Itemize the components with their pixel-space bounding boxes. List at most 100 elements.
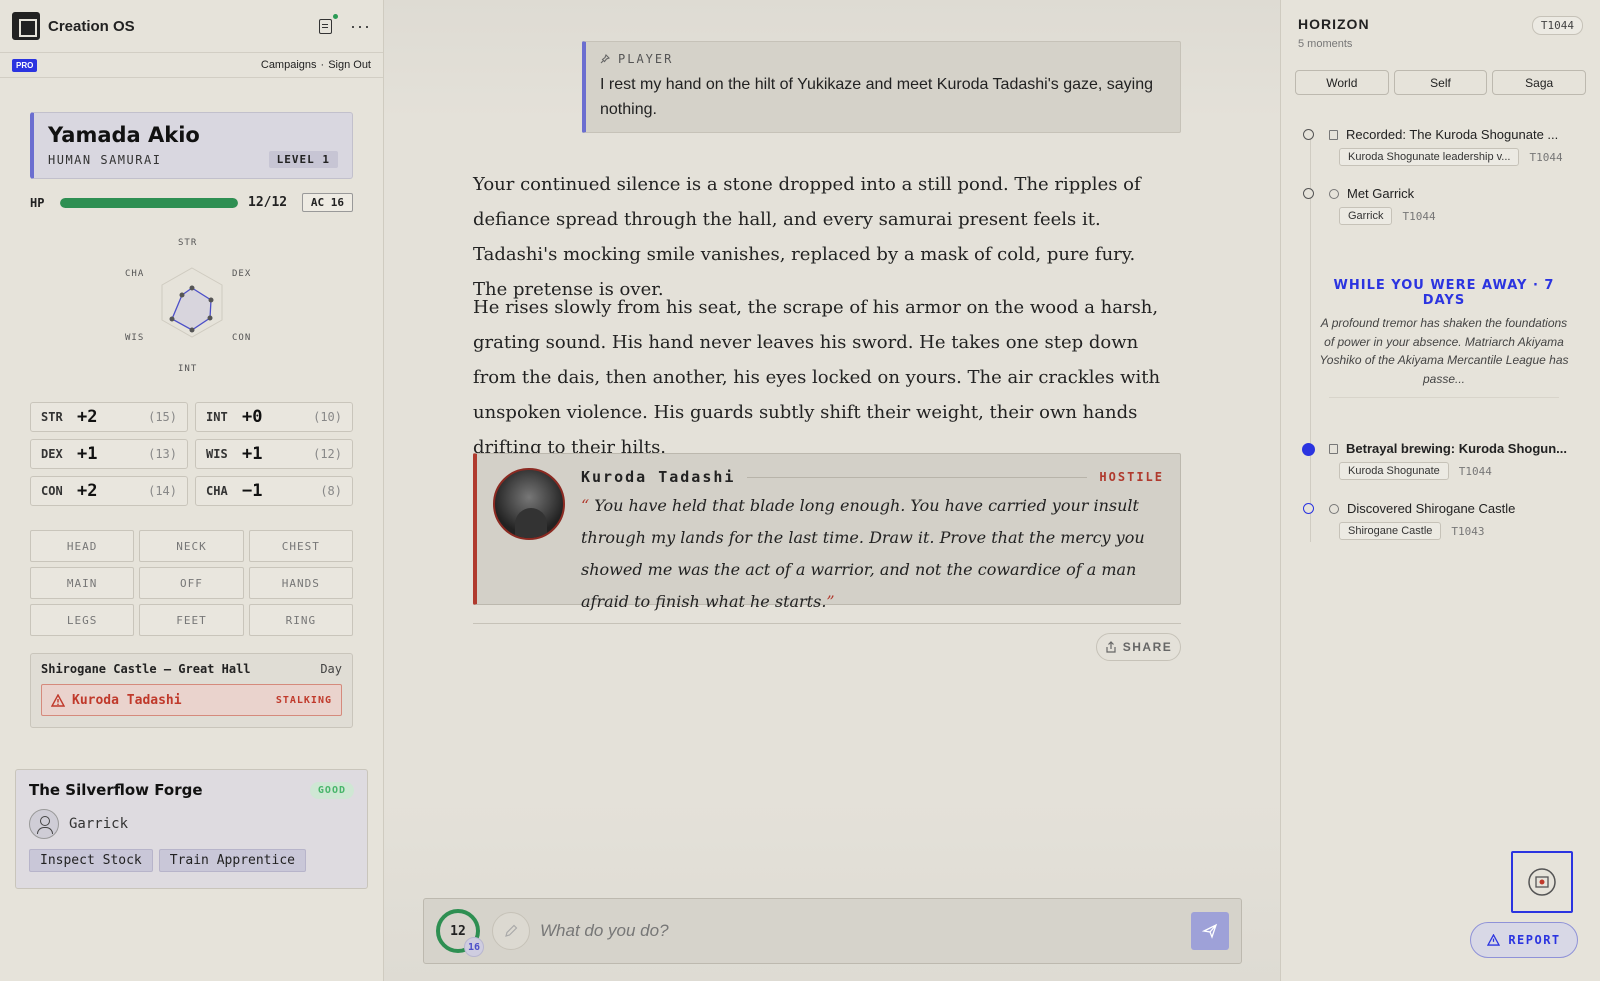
more-menu-icon[interactable]: ··· <box>350 17 371 35</box>
location-panel: Shirogane Castle — Great Hall Day Kuroda… <box>30 653 353 728</box>
location-name: Shirogane Castle — Great Hall <box>41 662 251 676</box>
threat-alert[interactable]: Kuroda Tadashi STALKING <box>41 684 342 716</box>
narration-paragraph: He rises slowly from his seat, the scrap… <box>473 297 1161 458</box>
stat-abbr: DEX <box>41 447 63 461</box>
event-turn: T1044 <box>1529 150 1563 164</box>
report-button[interactable]: REPORT <box>1470 922 1578 958</box>
stat-wis[interactable]: WIS +1 (12) <box>195 439 353 469</box>
camera-widget[interactable] <box>1511 851 1573 913</box>
sign-out-link[interactable]: Sign Out <box>328 59 371 71</box>
stat-abbr: INT <box>206 410 228 424</box>
equip-slot-feet[interactable]: FEET <box>139 604 244 636</box>
event-dot <box>1303 503 1314 514</box>
stat-score: (14) <box>148 484 177 498</box>
command-input[interactable] <box>540 911 1191 951</box>
record-icon <box>1329 443 1338 454</box>
equip-slot-chest[interactable]: CHEST <box>248 530 353 562</box>
timeline-event[interactable]: Recorded: The Kuroda Shogunate ... Kurod… <box>1303 127 1593 166</box>
stat-con[interactable]: CON +2 (14) <box>30 476 188 506</box>
story-panel: PLAYER I rest my hand on the hilt of Yuk… <box>384 0 1280 981</box>
stat-score: (15) <box>148 410 177 424</box>
campaigns-link[interactable]: Campaigns <box>261 59 317 71</box>
share-label: SHARE <box>1122 640 1173 654</box>
stat-cha[interactable]: CHA −1 (8) <box>195 476 353 506</box>
shop-status-badge: GOOD <box>309 781 354 799</box>
stat-score: (8) <box>320 484 342 498</box>
stat-int[interactable]: INT +0 (10) <box>195 402 353 432</box>
stat-score: (10) <box>313 410 342 424</box>
equip-slot-neck[interactable]: NECK <box>139 530 244 562</box>
horizon-tabs: World Self Saga <box>1281 70 1600 95</box>
summary-divider <box>1329 397 1559 398</box>
app-logo-icon[interactable] <box>12 12 40 40</box>
event-dot-active <box>1302 443 1315 456</box>
stat-abbr: CON <box>41 484 63 498</box>
close-quote-mark: ” <box>826 592 835 611</box>
stat-str[interactable]: STR +2 (15) <box>30 402 188 432</box>
disposition-badge: HOSTILE <box>1099 470 1164 484</box>
top-bar: Creation OS ··· <box>0 0 383 52</box>
npc-name[interactable]: Garrick <box>69 816 128 832</box>
open-quote-mark: “ <box>581 496 590 515</box>
tab-world[interactable]: World <box>1295 70 1389 95</box>
equip-slot-ring[interactable]: RING <box>248 604 353 636</box>
character-card[interactable]: Yamada Akio HUMAN SAMURAI LEVEL 1 <box>30 112 353 179</box>
event-tag[interactable]: Kuroda Shogunate leadership v... <box>1339 148 1520 166</box>
stat-dex[interactable]: DEX +1 (13) <box>30 439 188 469</box>
inspect-stock-button[interactable]: Inspect Stock <box>29 849 153 872</box>
threat-status: STALKING <box>275 694 332 706</box>
character-class: HUMAN SAMURAI <box>48 152 162 167</box>
stat-modifier: +2 <box>77 407 98 427</box>
hp-ring-value: 12 <box>450 923 466 939</box>
stat-abbr: WIS <box>206 447 228 461</box>
player-action-block: PLAYER I rest my hand on the hilt of Yuk… <box>582 41 1181 133</box>
hp-label: HP <box>30 195 45 210</box>
notification-dot <box>333 13 339 19</box>
share-icon <box>1106 641 1116 653</box>
globe-icon <box>1329 188 1339 199</box>
timeline-event[interactable]: Betrayal brewing: Kuroda Shogun... Kurod… <box>1302 441 1593 480</box>
timeline-event[interactable]: Met Garrick Garrick T1044 <box>1303 186 1593 225</box>
event-tag[interactable]: Shirogane Castle <box>1339 522 1442 540</box>
dialog-quote: “ You have held that blade long enough. … <box>581 490 1164 618</box>
journal-icon[interactable] <box>319 13 339 34</box>
event-tag[interactable]: Garrick <box>1339 207 1393 225</box>
while-away-summary[interactable]: WHILE YOU WERE AWAY · 7 DAYS A profound … <box>1315 278 1573 388</box>
send-button[interactable] <box>1191 912 1229 950</box>
event-dot <box>1303 188 1314 199</box>
level-badge: LEVEL 1 <box>268 151 338 168</box>
equip-slot-off[interactable]: OFF <box>139 567 244 599</box>
player-action-text: I rest my hand on the hilt of Yukikaze a… <box>600 76 1154 118</box>
pen-icon <box>505 924 518 937</box>
send-icon <box>1202 923 1218 939</box>
globe-icon <box>1329 503 1339 514</box>
stat-modifier: +1 <box>242 444 263 464</box>
event-turn: T1044 <box>1458 464 1492 478</box>
event-title: Discovered Shirogane Castle <box>1347 501 1516 516</box>
tab-saga[interactable]: Saga <box>1492 70 1587 95</box>
ability-radar-chart: STR DEX CON INT WIS CHA <box>110 238 270 383</box>
pen-button[interactable] <box>492 912 530 950</box>
timeline-event[interactable]: Discovered Shirogane Castle Shirogane Ca… <box>1303 501 1593 540</box>
account-bar: PRO Campaigns · Sign Out <box>0 52 383 78</box>
equipment-slots: HEAD NECK CHEST MAIN OFF HANDS LEGS FEET… <box>30 530 353 636</box>
stat-abbr: CHA <box>206 484 228 498</box>
warning-icon <box>51 693 65 707</box>
share-button[interactable]: SHARE <box>1096 633 1181 661</box>
while-away-text: A profound tremor has shaken the foundat… <box>1319 316 1569 386</box>
train-apprentice-button[interactable]: Train Apprentice <box>158 849 306 872</box>
radar-shape <box>161 267 223 338</box>
equip-slot-head[interactable]: HEAD <box>30 530 135 562</box>
player-label: PLAYER <box>618 52 674 66</box>
horizon-panel: HORIZON 5 moments T1044 World Self Saga … <box>1280 0 1600 981</box>
npc-portrait[interactable] <box>493 468 565 540</box>
equip-slot-main[interactable]: MAIN <box>30 567 135 599</box>
hp-row: HP 12/12 AC 16 <box>30 193 353 212</box>
warning-icon <box>1487 934 1501 946</box>
equip-slot-legs[interactable]: LEGS <box>30 604 135 636</box>
event-tag[interactable]: Kuroda Shogunate <box>1339 462 1449 480</box>
tab-self[interactable]: Self <box>1393 70 1488 95</box>
horizon-subtitle: 5 moments <box>1298 38 1353 50</box>
equip-slot-hands[interactable]: HANDS <box>248 567 353 599</box>
narration-paragraph: Your continued silence is a stone droppe… <box>473 174 1141 300</box>
